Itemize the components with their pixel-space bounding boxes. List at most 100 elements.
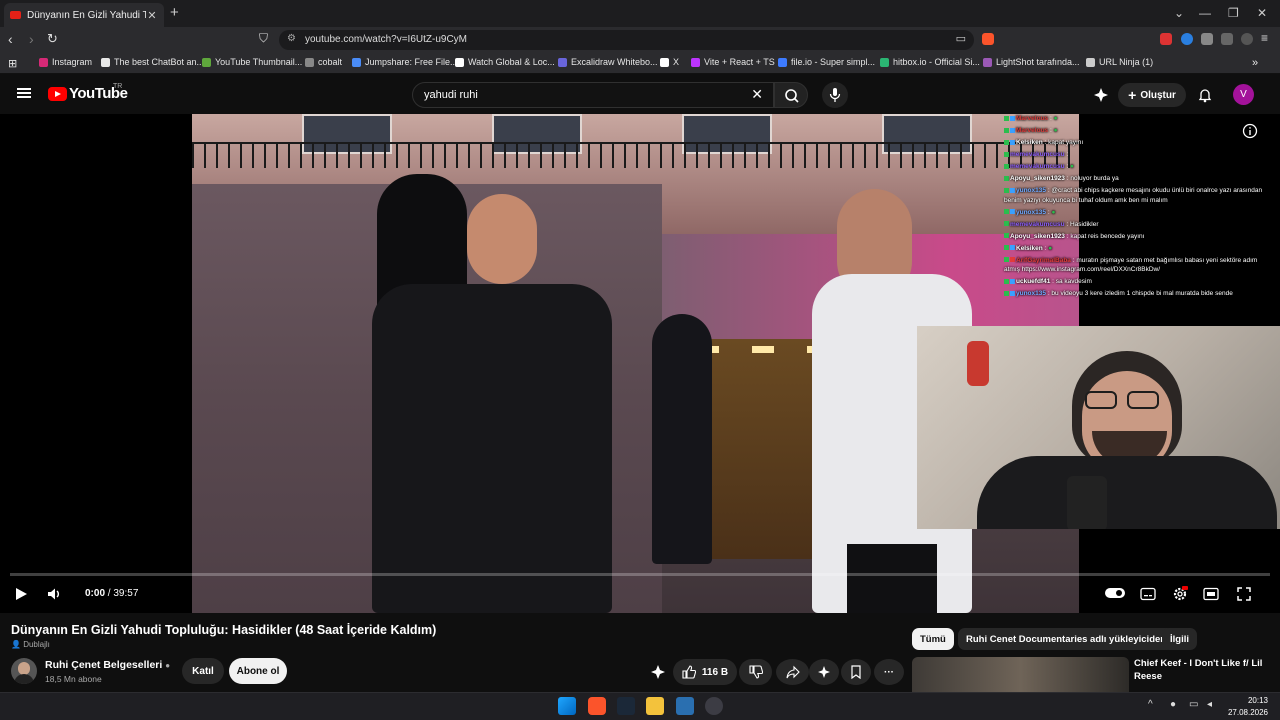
share-button[interactable] <box>776 659 809 685</box>
chat-message: yunox135 : @cract abi chips kaçkere mesa… <box>1003 186 1273 205</box>
bookmark-item[interactable]: YouTube Thumbnail... <box>202 57 302 67</box>
play-icon[interactable] <box>14 587 28 601</box>
filter-chip-all[interactable]: Tümü <box>912 628 954 650</box>
fullscreen-icon[interactable] <box>1236 586 1252 602</box>
video-player[interactable]: Marvelous : ● Marvelous : ● Kelsiken : k… <box>0 114 1280 613</box>
bookmark-item[interactable]: X <box>660 57 679 67</box>
close-window-button[interactable]: ✕ <box>1257 6 1267 20</box>
brave-shields-icon[interactable] <box>982 33 994 45</box>
bookmark-item[interactable]: Instagram <box>39 57 92 67</box>
forward-arrow-icon[interactable]: › <box>29 31 34 47</box>
bookmark-label: file.io - Super simpl... <box>791 57 876 67</box>
extensions-puzzle-icon[interactable] <box>1221 33 1233 45</box>
tab-close-icon[interactable]: ✕ <box>146 9 158 22</box>
video-progress-bar[interactable] <box>10 573 1270 576</box>
miniplayer-icon[interactable] <box>1203 587 1219 601</box>
like-button[interactable]: 116 B <box>673 659 737 685</box>
apps-grid-icon[interactable]: ⊞ <box>8 57 17 70</box>
chat-text: : <box>1044 244 1047 252</box>
chat-user: memevakumcusu <box>1010 220 1065 228</box>
thumbs-down-icon <box>748 665 763 679</box>
bookmark-label: URL Ninja (1) <box>1099 57 1154 67</box>
bookmark-item[interactable]: Jumpshare: Free File... <box>352 57 458 67</box>
subscribe-button[interactable]: Abone ol <box>229 658 287 684</box>
youtube-logo-icon[interactable] <box>48 87 67 101</box>
extension-counter-icon[interactable] <box>1160 33 1172 45</box>
tab-search-chevron-icon[interactable]: ⌄ <box>1174 6 1184 20</box>
app-window-icon[interactable] <box>676 697 694 715</box>
search-button[interactable] <box>774 82 808 108</box>
tray-mic-icon[interactable]: ● <box>1170 699 1176 710</box>
file-explorer-icon[interactable] <box>646 697 664 715</box>
obs-icon[interactable] <box>705 697 723 715</box>
filter-chip-uploader[interactable]: Ruhi Cenet Documentaries adlı yükleyicid… <box>958 628 1175 650</box>
hamburger-menu-icon[interactable] <box>17 88 31 98</box>
brave-browser-icon[interactable] <box>588 697 606 715</box>
save-button[interactable] <box>841 659 871 685</box>
join-button[interactable]: Katıl <box>182 658 224 684</box>
remix-button[interactable] <box>809 659 839 685</box>
notifications-bell-icon[interactable] <box>1197 87 1213 103</box>
browser-menu-icon[interactable]: ≡ <box>1261 31 1268 45</box>
bookmark-item[interactable]: hitbox.io - Official Si... <box>880 57 980 67</box>
search-input[interactable]: yahudi ruhi ✕ <box>412 82 774 108</box>
watch-global-icon <box>455 57 464 67</box>
chat-user: uckuefdf41 <box>1016 278 1051 286</box>
create-button[interactable]: + Oluştur <box>1118 83 1186 107</box>
maximize-button[interactable]: ❐ <box>1228 6 1239 20</box>
minimize-button[interactable]: — <box>1199 6 1211 20</box>
chatbot-icon <box>101 57 110 67</box>
more-bookmarks-icon[interactable]: » <box>1252 57 1258 69</box>
clear-search-icon[interactable]: ✕ <box>751 86 763 103</box>
vpn-shield-icon[interactable] <box>1241 33 1253 45</box>
dislike-button[interactable] <box>739 659 772 685</box>
info-icon[interactable] <box>1242 123 1258 139</box>
gemini-sparkle-icon[interactable] <box>1093 87 1109 103</box>
start-windows-icon[interactable] <box>558 697 576 715</box>
bookmark-item[interactable]: LightShot tarafında... <box>983 57 1080 67</box>
chat-message: yunox135 : ● <box>1003 208 1273 217</box>
cast-icon[interactable]: ▭ <box>956 32 966 45</box>
address-bar[interactable]: ⚙ youtube.com/watch?v=I6UtZ-u9CyM ▭ <box>279 30 974 50</box>
more-actions-button[interactable]: ··· <box>874 659 904 685</box>
tray-volume-icon[interactable]: ◂ <box>1207 699 1212 710</box>
settings-gear-icon[interactable] <box>1172 586 1188 602</box>
voice-search-button[interactable] <box>822 82 848 108</box>
browser-tab-active[interactable]: Dünyanın En Gizli Yahudi Toplu ✕ <box>4 3 164 27</box>
recommended-thumbnail[interactable] <box>912 657 1129 692</box>
taskbar-clock[interactable]: 20:13 27.08.2026 <box>1228 695 1268 719</box>
time-current: 0:00 <box>85 588 106 599</box>
bookmark-item[interactable]: The best ChatBot an... <box>101 57 204 67</box>
bookmark-item[interactable]: URL Ninja (1) <box>1086 57 1153 67</box>
back-arrow-icon[interactable]: ‹ <box>8 31 13 47</box>
bookmark-item[interactable]: Watch Global & Loc... <box>455 57 555 67</box>
reload-icon[interactable]: ↻ <box>47 31 58 47</box>
subtitles-icon[interactable] <box>1140 587 1156 601</box>
extension-blue-icon[interactable] <box>1181 33 1193 45</box>
recommended-title[interactable]: Chief Keef - I Don't Like f/ Lil Reese <box>1134 657 1274 684</box>
bookmark-page-icon[interactable]: ⛉ <box>259 31 268 46</box>
volume-icon[interactable] <box>47 587 63 601</box>
bookmark-item[interactable]: file.io - Super simpl... <box>778 57 875 67</box>
chat-message: Kelsiken : ● <box>1003 244 1273 253</box>
tray-chevron-icon[interactable]: ^ <box>1148 699 1153 710</box>
extension-grey-icon[interactable] <box>1201 33 1213 45</box>
autoplay-toggle[interactable] <box>1105 588 1125 598</box>
account-avatar[interactable]: V <box>1233 84 1254 105</box>
new-tab-button[interactable]: + <box>170 4 179 21</box>
bookmark-label: Jumpshare: Free File... <box>365 57 458 67</box>
channel-name[interactable]: Ruhi Çenet Belgeselleri ● <box>45 659 170 671</box>
youtube-favicon-icon <box>10 11 21 19</box>
bookmark-item[interactable]: Excalidraw Whitebo... <box>558 57 658 67</box>
webcam-wall-art <box>967 341 989 386</box>
webcam-glasses-left <box>1085 391 1117 409</box>
site-info-icon[interactable]: ⚙ <box>287 33 296 44</box>
filter-chip-related[interactable]: İlgili <box>1162 628 1197 650</box>
ask-ai-icon[interactable] <box>650 664 666 680</box>
tray-network-icon[interactable]: ▭ <box>1189 699 1198 710</box>
video-title: Dünyanın En Gizli Yahudi Topluluğu: Hasi… <box>11 623 437 637</box>
bookmark-item[interactable]: Vite + React + TS <box>691 57 775 67</box>
channel-avatar[interactable] <box>11 658 37 684</box>
bookmark-item[interactable]: cobalt <box>305 57 342 67</box>
steam-icon[interactable] <box>617 697 635 715</box>
